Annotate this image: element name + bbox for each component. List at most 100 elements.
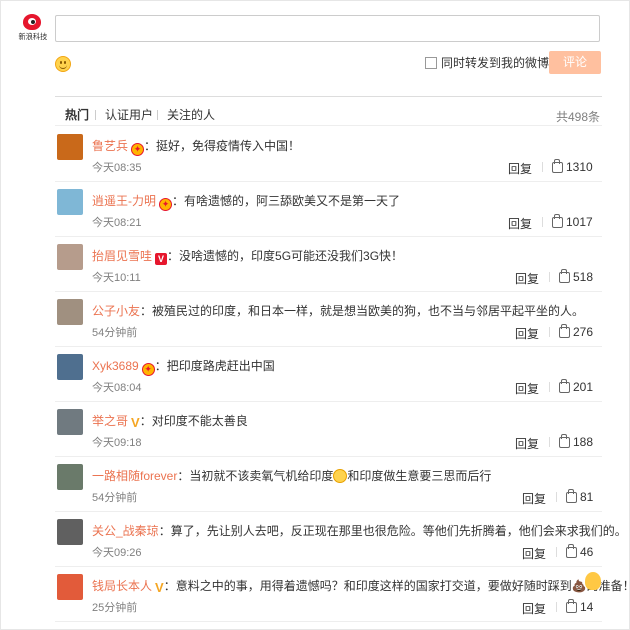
avatar[interactable] <box>57 409 83 435</box>
thumbs-up-icon <box>559 379 570 393</box>
thumbs-up-icon <box>566 489 577 503</box>
like-button[interactable]: 14 <box>566 599 594 614</box>
like-count: 201 <box>573 380 594 394</box>
like-button[interactable]: 201 <box>559 379 594 394</box>
username-link[interactable]: 逍遥王-力明 <box>92 194 156 208</box>
avatar[interactable] <box>57 354 83 380</box>
like-button[interactable]: 276 <box>559 324 593 339</box>
like-button[interactable]: 188 <box>559 434 593 449</box>
crying-emoji-icon <box>333 469 348 483</box>
username-link[interactable]: Xyk3689 <box>92 359 139 373</box>
action-divider <box>556 492 557 502</box>
like-count: 14 <box>580 600 594 614</box>
action-divider <box>556 602 557 612</box>
like-count: 1310 <box>566 160 593 174</box>
action-divider <box>549 327 550 337</box>
username-link[interactable]: 鲁艺兵 <box>92 139 128 153</box>
thumbs-up-icon <box>566 544 577 558</box>
comment-content: 逍遥王-力明 ✦ ：有啥遗憾的，阿三舔欧美又不是第一天了 <box>92 194 400 211</box>
avatar[interactable] <box>57 244 83 270</box>
reply-button[interactable]: 回复 <box>515 325 539 342</box>
avatar[interactable] <box>57 519 83 545</box>
avatar[interactable] <box>57 574 83 600</box>
action-divider <box>549 437 550 447</box>
action-divider <box>542 217 543 227</box>
reply-button[interactable]: 回复 <box>515 270 539 287</box>
comment-item: 钱局长本人 V：意料之中的事，用得着遗憾吗？和印度这样的国家打交道，要做好随时踩到… <box>55 567 630 622</box>
tab-hot[interactable]: 热门 <box>65 108 89 122</box>
username-link[interactable]: 钱局长本人 <box>92 579 152 593</box>
comment-filter-tabs: 热门 认证用户 关注的人 共498条 <box>55 96 602 126</box>
sina-tech-logo[interactable]: 新浪科技 <box>17 14 47 44</box>
username-link[interactable]: 抬眉见雪哇 <box>92 249 152 263</box>
comment-text: ：挺好，免得疫情传入中国！ <box>144 139 301 153</box>
like-count: 81 <box>580 490 594 504</box>
thumbs-up-icon <box>559 324 570 338</box>
comment-content: 鲁艺兵 ✦ ：挺好，免得疫情传入中国！ <box>92 139 300 156</box>
thumbs-up-icon <box>566 599 577 613</box>
comment-text: ：对印度不能太善良 <box>139 414 248 428</box>
username-link[interactable]: 关公_战秦琼 <box>92 524 159 538</box>
comment-time: 54分钟前 <box>92 492 138 504</box>
comment-content: 一路相随forever：当初就不该卖氧气机给印度 和印度做生意要三思而后行 <box>92 469 491 483</box>
comment-content: 举之哥 V：对印度不能太善良 <box>92 414 248 429</box>
comment-item: 举之哥 V：对印度不能太善良 今天09:18 回复 188 <box>55 402 602 457</box>
comment-time: 今天10:11 <box>92 272 141 284</box>
username-link[interactable]: 举之哥 <box>92 414 128 428</box>
forward-label: 同时转发到我的微博 <box>441 56 550 70</box>
like-button[interactable]: 518 <box>559 269 594 284</box>
thumbs-up-icon <box>552 159 563 173</box>
reply-button[interactable]: 回复 <box>522 490 546 507</box>
like-button[interactable]: 1017 <box>552 214 593 229</box>
reply-button[interactable]: 回复 <box>522 545 546 562</box>
comment-item: 公子小友：被殖民过的印度，和日本一样，就是想当欧美的狗，也不当与邻居平起平坐的人… <box>55 292 602 347</box>
like-button[interactable]: 1310 <box>552 159 593 174</box>
like-button[interactable]: 46 <box>566 544 594 559</box>
comment-time: 54分钟前 <box>92 327 138 339</box>
comment-time: 今天09:26 <box>92 547 142 559</box>
comment-content: 公子小友：被殖民过的印度，和日本一样，就是想当欧美的狗，也不当与邻居平起平坐的人… <box>92 304 584 318</box>
doge-emoji-icon <box>585 572 601 590</box>
submit-comment-button[interactable]: 评论 <box>549 51 601 74</box>
comment-item: 抬眉见雪哇 V ：没啥遗憾的，印度5G可能还没我们3G快！ 今天10:11 回复 518 <box>55 237 602 292</box>
comment-text: ：把印度路虎赶出中国 <box>154 359 275 373</box>
emoji-picker-icon[interactable] <box>55 56 71 72</box>
comment-content: 钱局长本人 V：意料之中的事，用得着遗憾吗？和印度这样的国家打交道，要做好随时踩到… <box>92 579 630 594</box>
comment-text: ：算了，先让别人去吧，反正现在那里也很危险。等他们先折腾着，他们会来求我们的。 <box>158 524 627 538</box>
verified-gold-v-icon: V <box>155 580 164 595</box>
member-crown-icon: ✦ <box>131 143 145 156</box>
avatar[interactable] <box>57 299 83 325</box>
logo-text: 新浪科技 <box>18 32 48 41</box>
comment-time: 今天08:04 <box>92 382 142 394</box>
tab-following[interactable]: 关注的人 <box>167 108 215 122</box>
avatar[interactable] <box>57 189 83 215</box>
comment-item: 一路相随forever：当初就不该卖氧气机给印度 和印度做生意要三思而后行 54分钟… <box>55 457 602 512</box>
reply-button[interactable]: 回复 <box>515 380 539 397</box>
member-crown-icon: ✦ <box>159 198 172 211</box>
username-link[interactable]: 一路相随forever <box>92 469 177 483</box>
forward-checkbox[interactable] <box>425 57 437 69</box>
like-count: 46 <box>580 545 594 559</box>
comment-text: ：被殖民过的印度，和日本一样，就是想当欧美的狗，也不当与邻居平起平坐的人。 <box>140 304 585 318</box>
tab-divider <box>157 110 158 120</box>
comment-text: ：有啥遗憾的，阿三舔欧美又不是第一天了 <box>172 194 401 208</box>
avatar[interactable] <box>57 134 83 160</box>
reply-button[interactable]: 回复 <box>508 160 532 177</box>
reply-button[interactable]: 回复 <box>508 215 532 232</box>
comment-item: Xyk3689 ✦ ：把印度路虎赶出中国 今天08:04 回复 201 <box>55 347 602 402</box>
action-divider <box>556 547 557 557</box>
reply-button[interactable]: 回复 <box>522 600 546 617</box>
comment-input[interactable] <box>55 15 600 42</box>
forward-to-weibo-option[interactable]: 同时转发到我的微博 <box>425 56 549 70</box>
comment-item: 鲁艺兵 ✦ ：挺好，免得疫情传入中国！ 今天08:35 回复 1310 <box>55 127 602 182</box>
username-link[interactable]: 公子小友 <box>92 304 140 318</box>
comment-item: 逍遥王-力明 ✦ ：有啥遗憾的，阿三舔欧美又不是第一天了 今天08:21 回复 1017 <box>55 182 602 237</box>
like-count: 518 <box>573 270 594 284</box>
tab-verified-users[interactable]: 认证用户 <box>105 108 153 122</box>
action-divider <box>549 382 550 392</box>
action-divider <box>549 272 550 282</box>
like-button[interactable]: 81 <box>566 489 594 504</box>
reply-button[interactable]: 回复 <box>515 435 539 452</box>
action-divider <box>542 162 543 172</box>
avatar[interactable] <box>57 464 83 490</box>
